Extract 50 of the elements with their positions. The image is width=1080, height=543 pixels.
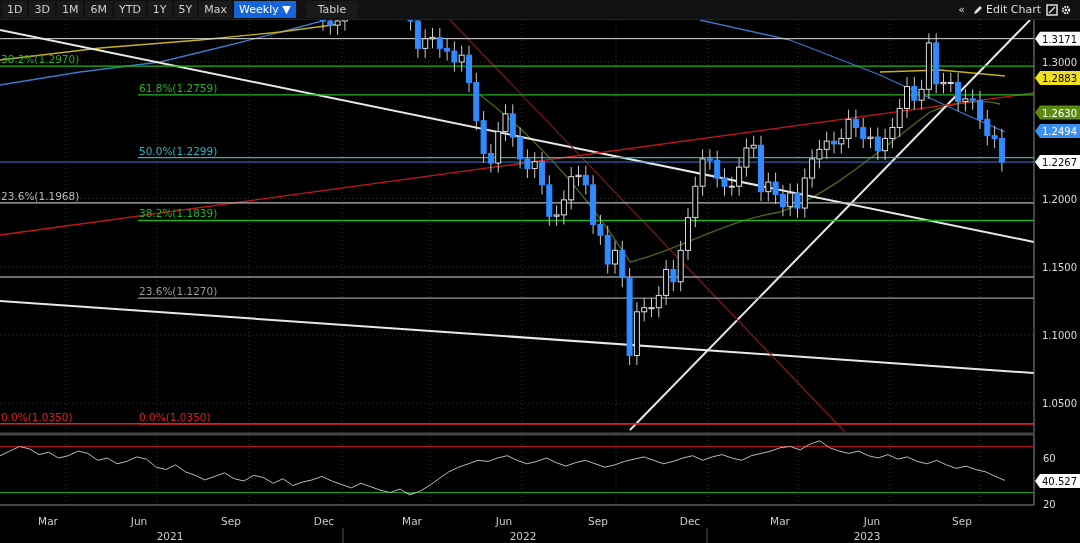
fibonacci-label: 0.0%(1.0350) xyxy=(1,410,73,423)
rsi-axis-label: 60 xyxy=(1043,453,1056,464)
year-label: 2022 xyxy=(509,530,537,542)
month-label: Jun xyxy=(130,515,148,527)
table-button[interactable]: Table xyxy=(305,1,359,18)
month-label: Jun xyxy=(495,515,513,527)
edit-chart-button[interactable]: Edit Chart xyxy=(969,3,1044,16)
period-tab[interactable]: YTD xyxy=(113,1,146,18)
year-label: 2021 xyxy=(156,530,184,542)
month-label: Sep xyxy=(221,515,241,527)
month-label: Dec xyxy=(679,515,701,527)
period-tab[interactable]: Max xyxy=(199,1,233,18)
checkbox-pencil-icon[interactable] xyxy=(1046,3,1058,16)
period-tab[interactable]: Weekly ▼ xyxy=(234,1,296,18)
period-tab[interactable]: 1M xyxy=(56,1,84,18)
month-label: Sep xyxy=(588,515,608,527)
price-tag: 1.2494 xyxy=(1035,124,1080,139)
rsi-value-tag: 40.527 xyxy=(1035,474,1080,488)
price-tag: 1.3171 xyxy=(1035,31,1080,46)
pencil-icon xyxy=(972,4,983,15)
period-tab[interactable]: 1D xyxy=(2,1,28,18)
month-label: Jun xyxy=(863,515,881,527)
price-axis-label: 1.1500 xyxy=(1042,261,1077,273)
month-label: Mar xyxy=(38,515,58,527)
fibonacci-label: 38.2%(1.1839) xyxy=(139,207,218,220)
year-label: 2023 xyxy=(853,530,881,542)
month-label: Mar xyxy=(402,515,422,527)
price-tag: 1.2267 xyxy=(1035,155,1080,170)
month-label: Sep xyxy=(952,515,972,527)
period-tab[interactable]: 3D xyxy=(29,1,55,18)
price-axis-label: 1.3000 xyxy=(1042,57,1077,68)
period-tab[interactable]: 1Y xyxy=(147,1,172,18)
price-tag: 1.2630 xyxy=(1035,105,1080,120)
fibonacci-label: 50.0%(1.2299) xyxy=(139,144,218,157)
period-tab[interactable]: 6M xyxy=(85,1,112,18)
fibonacci-label: 23.6%(1.1270) xyxy=(139,285,218,298)
price-axis-label: 1.2000 xyxy=(1042,193,1077,205)
fibonacci-label: 61.8%(1.2759) xyxy=(139,81,218,94)
rsi-axis-label: 20 xyxy=(1043,499,1056,510)
month-label: Dec xyxy=(313,515,335,527)
price-axis-label: 1.0500 xyxy=(1042,398,1077,410)
price-tag: 1.2883 xyxy=(1035,70,1080,85)
fibonacci-label: 38.2%(1.2970) xyxy=(1,53,80,66)
fibonacci-label: 23.6%(1.1968) xyxy=(1,189,80,202)
price-axis-label: 1.1000 xyxy=(1042,330,1077,341)
fibonacci-label: 0.0%(1.0350) xyxy=(139,410,211,423)
month-label: Mar xyxy=(770,515,790,527)
collapse-button[interactable]: « xyxy=(955,3,968,16)
settings-icon[interactable] xyxy=(1060,3,1072,16)
period-tab[interactable]: 5Y xyxy=(173,1,198,18)
